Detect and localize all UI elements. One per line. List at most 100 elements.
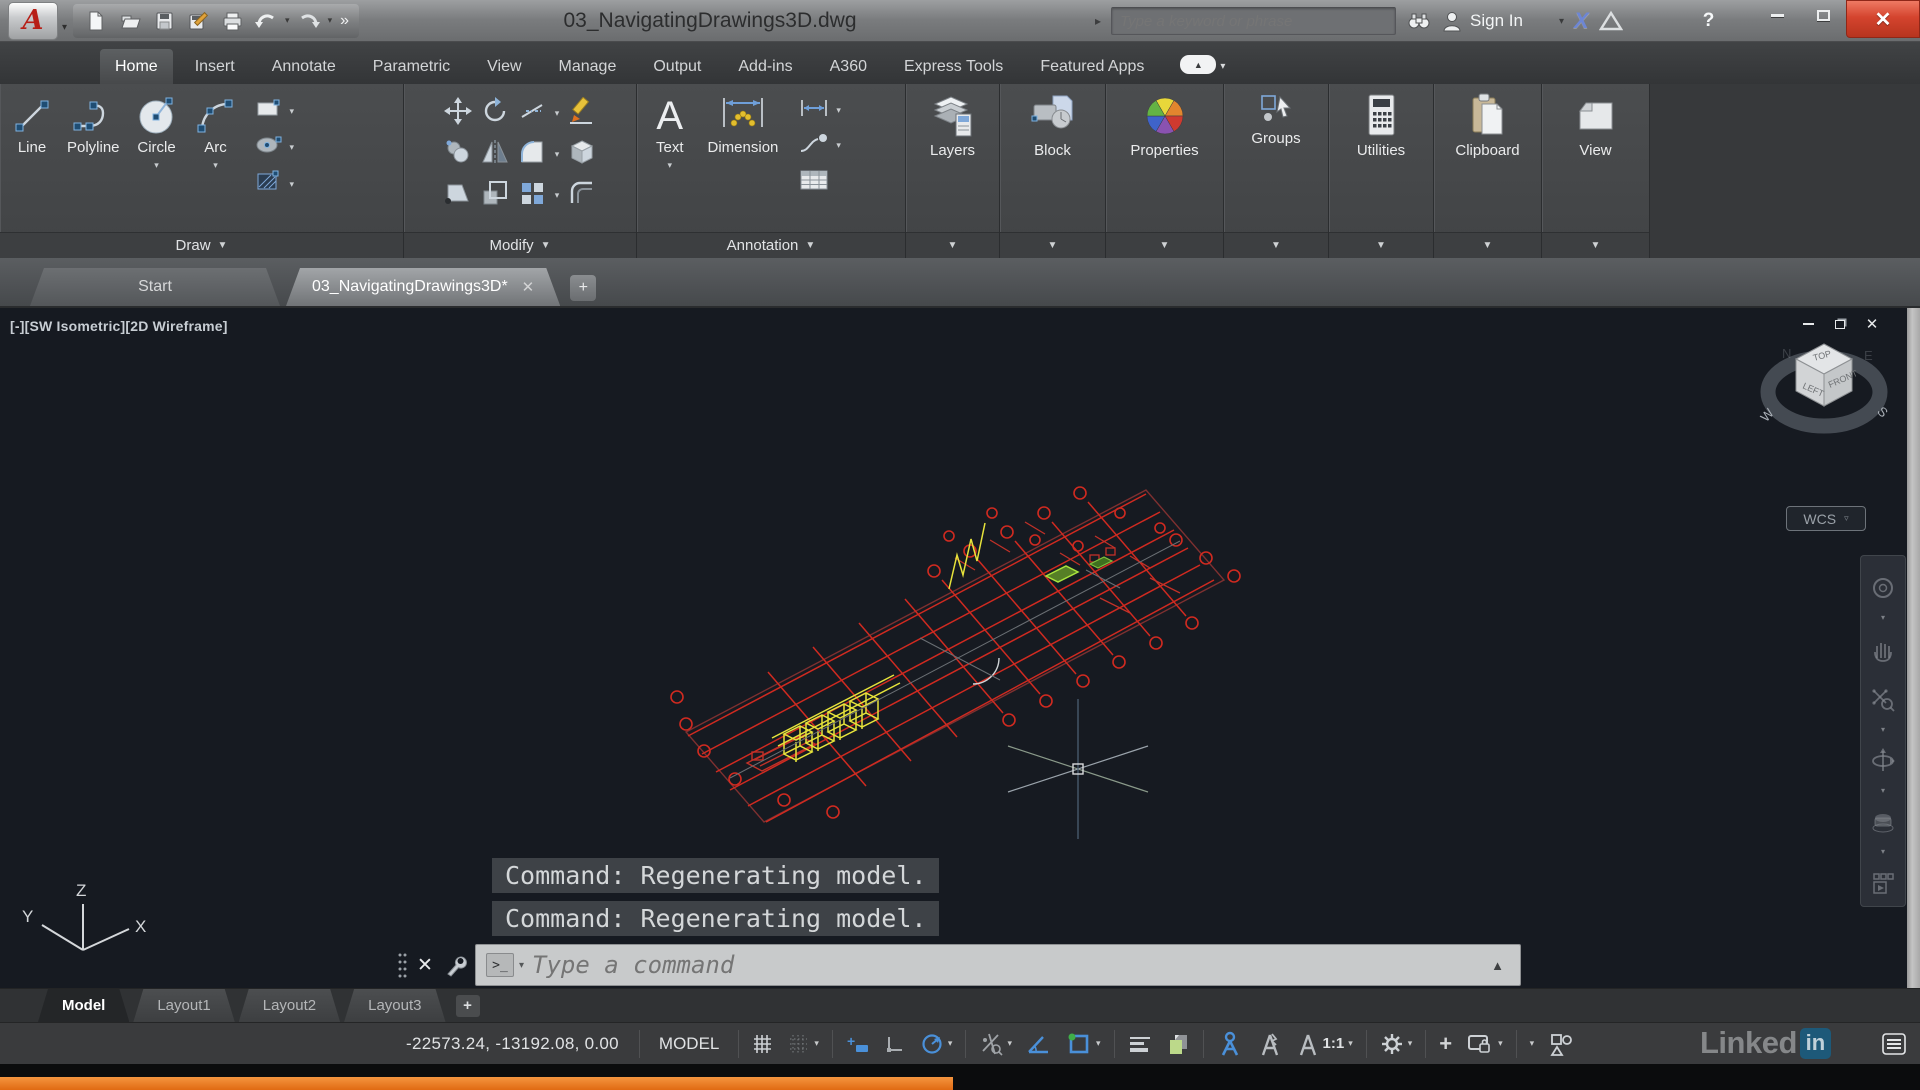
maximize-button[interactable]	[1800, 0, 1846, 30]
zoom-caret-icon[interactable]: ▾	[1881, 727, 1885, 733]
wcs-button[interactable]: WCS ▿	[1786, 506, 1866, 531]
undo-history-caret-icon[interactable]: ▾	[285, 15, 290, 26]
open-file-button[interactable]	[113, 6, 147, 36]
utilities-button[interactable]: Utilities	[1357, 90, 1405, 232]
orbit-button[interactable]	[1870, 737, 1896, 784]
a360-button[interactable]	[1599, 6, 1623, 36]
line-button[interactable]: Line	[4, 90, 60, 232]
view-panel-footer[interactable]: ▼	[1542, 232, 1649, 258]
layout-tab-layout2[interactable]: Layout2	[239, 989, 340, 1022]
array-dropdown-icon[interactable]: ▾	[555, 190, 560, 201]
object-snap-button[interactable]: ▾	[1059, 1028, 1108, 1060]
autodesk-exchange-icon[interactable]: X	[1574, 6, 1589, 36]
pan-button[interactable]	[1870, 625, 1896, 672]
save-as-button[interactable]	[181, 6, 215, 36]
table-button[interactable]	[797, 168, 831, 197]
application-menu-button[interactable]: A	[8, 2, 58, 40]
block-button[interactable]: Block	[1028, 90, 1078, 232]
leader-button[interactable]	[797, 132, 831, 159]
erase-button[interactable]	[568, 97, 596, 130]
linear-dimension-dropdown-icon[interactable]: ▾	[836, 105, 841, 116]
annotation-scale-button[interactable]: 1:1 ▾	[1290, 1028, 1360, 1060]
ribbon-display-toggle-button[interactable]: ▲	[1180, 55, 1216, 74]
circle-dropdown-icon[interactable]: ▾	[154, 157, 159, 174]
document-tab-close-icon[interactable]: ✕	[522, 278, 535, 296]
ribbon-tab-parametric[interactable]: Parametric	[358, 49, 465, 84]
fillet-dropdown-icon[interactable]: ▾	[555, 149, 560, 160]
annotation-visibility-button[interactable]	[1210, 1028, 1250, 1060]
ribbon-tab-manage[interactable]: Manage	[544, 49, 632, 84]
polar-tracking-button[interactable]: ▾	[913, 1028, 960, 1060]
text-dropdown-icon[interactable]: ▾	[667, 157, 672, 174]
mirror-button[interactable]	[481, 138, 509, 171]
close-button[interactable]: ✕	[1846, 0, 1920, 38]
cad-drawing-canvas[interactable]: Z X Y	[0, 308, 1920, 988]
search-button[interactable]	[1406, 6, 1432, 36]
status-overflow-caret-icon[interactable]: ▾	[1523, 1028, 1542, 1060]
annotation-monitor-button[interactable]: +	[1432, 1028, 1459, 1060]
layout-tab-model[interactable]: Model	[38, 989, 129, 1022]
copy-button[interactable]	[444, 138, 472, 171]
layout-tab-layout1[interactable]: Layout1	[133, 989, 234, 1022]
arc-dropdown-icon[interactable]: ▾	[213, 157, 218, 174]
text-button[interactable]: A Text ▾	[649, 90, 691, 232]
groups-button[interactable]: Groups	[1251, 90, 1300, 232]
ribbon-tab-insert[interactable]: Insert	[180, 49, 250, 84]
help-search-input[interactable]	[1120, 13, 1387, 30]
hatch-dropdown-icon[interactable]: ▾	[290, 179, 295, 190]
orbit-caret-icon[interactable]: ▾	[1881, 788, 1885, 794]
ribbon-tab-home[interactable]: Home	[100, 49, 173, 84]
motion-browser-button[interactable]	[1870, 859, 1896, 906]
dynamic-input-button[interactable]: +	[839, 1028, 877, 1060]
leader-dropdown-icon[interactable]: ▾	[836, 140, 841, 151]
plot-button[interactable]	[215, 6, 249, 36]
command-close-icon[interactable]: ✕	[417, 954, 433, 977]
navigation-wheel-caret-icon[interactable]: ▾	[1881, 615, 1885, 621]
block-panel-footer[interactable]: ▼	[1000, 232, 1105, 258]
rotate-button[interactable]	[481, 97, 509, 130]
model-space-toggle[interactable]: MODEL	[646, 1028, 732, 1060]
array-button[interactable]	[518, 179, 546, 212]
lineweight-button[interactable]	[1121, 1028, 1159, 1060]
file-tab-start[interactable]: Start	[30, 268, 280, 306]
coordinates-display[interactable]: -22573.24, -13192.08, 0.00	[392, 1028, 633, 1060]
command-input[interactable]	[532, 951, 1491, 979]
ribbon-display-caret-icon[interactable]: ▾	[1220, 61, 1225, 72]
file-tab-document[interactable]: 03_NavigatingDrawings3D* ✕	[286, 268, 560, 306]
properties-panel-footer[interactable]: ▼	[1106, 232, 1223, 258]
trim-button[interactable]	[518, 97, 546, 130]
rectangle-dropdown-icon[interactable]: ▾	[290, 106, 295, 117]
circle-button[interactable]: Circle ▾	[127, 90, 187, 232]
customization-button[interactable]	[1874, 1028, 1914, 1060]
model-space-viewport[interactable]: Z X Y [-][SW Isometric][2D Wireframe] ✕ …	[0, 308, 1920, 988]
object-snap-tracking-button[interactable]: ▾	[972, 1028, 1019, 1060]
navigation-wheel-button[interactable]	[1870, 564, 1896, 611]
annotation-autoscale-button[interactable]	[1250, 1028, 1290, 1060]
view-button[interactable]: View	[1573, 90, 1619, 232]
ortho-mode-button[interactable]	[877, 1028, 913, 1060]
save-button[interactable]	[147, 6, 181, 36]
command-recent-caret-icon[interactable]: ▾	[519, 960, 524, 971]
new-file-button[interactable]	[79, 6, 113, 36]
ellipse-button[interactable]	[253, 134, 285, 161]
command-bar-grip[interactable]	[397, 951, 407, 979]
linear-dimension-button[interactable]	[797, 98, 831, 123]
fillet-button[interactable]	[518, 138, 546, 171]
undo-button[interactable]	[249, 6, 283, 36]
command-expand-icon[interactable]: ▲	[1491, 958, 1504, 973]
clipboard-button[interactable]: Clipboard	[1455, 90, 1519, 232]
viewport-controls-label[interactable]: [-][SW Isometric][2D Wireframe]	[10, 318, 228, 334]
showmotion-button[interactable]	[1870, 798, 1896, 845]
workspace-switching-button[interactable]: ▾	[1373, 1028, 1420, 1060]
viewcube[interactable]: TOP LEFT FRONT W S N E	[1752, 326, 1902, 466]
ribbon-tab-express-tools[interactable]: Express Tools	[889, 49, 1018, 84]
command-customize-wrench-icon[interactable]	[443, 953, 467, 977]
trim-dropdown-icon[interactable]: ▾	[555, 108, 560, 119]
groups-panel-footer[interactable]: ▼	[1224, 232, 1328, 258]
stretch-button[interactable]	[444, 179, 472, 212]
hatch-button[interactable]	[253, 170, 285, 199]
polar-caret-icon[interactable]: ▾	[948, 1038, 953, 1049]
showmotion-caret-icon[interactable]: ▾	[1881, 849, 1885, 855]
clipboard-panel-footer[interactable]: ▼	[1434, 232, 1541, 258]
dimension-button[interactable]: Dimension	[701, 90, 786, 232]
